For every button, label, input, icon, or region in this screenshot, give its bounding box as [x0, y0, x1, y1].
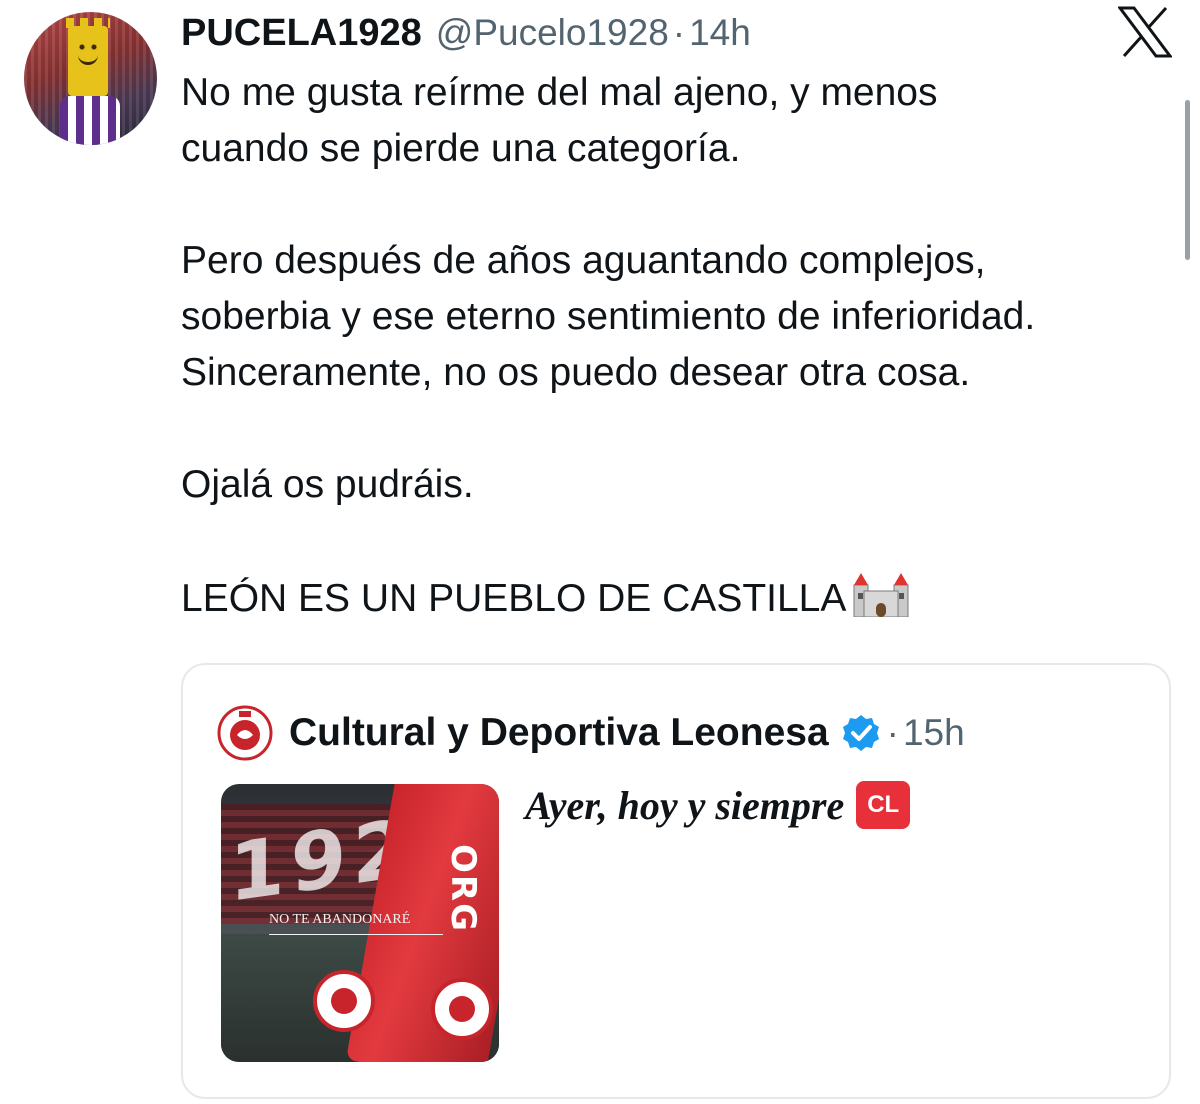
quoted-tweet-text: Ayer, hoy y siempre CL	[525, 781, 911, 829]
verified-badge-icon	[842, 715, 879, 751]
quoted-tweet-image[interactable]: 192 ORG NO TE ABANDONARÉ	[221, 784, 499, 1062]
tweet-timestamp[interactable]: 14h	[689, 12, 751, 54]
author-handle[interactable]: @Pucelo1928	[436, 12, 669, 54]
scarf-text: ORG	[443, 844, 483, 933]
cl-emoji: CL	[856, 781, 911, 829]
x-logo-icon[interactable]	[1118, 6, 1172, 58]
mascot-eyes	[79, 44, 97, 50]
club-crest-icon[interactable]	[217, 705, 273, 761]
tweet-text: No me gusta reírme del mal ajeno, y meno…	[181, 65, 1181, 627]
tweet-line: soberbia y ese eterno sentimiento de inf…	[181, 295, 1036, 338]
tweet-line: LEÓN ES UN PUEBLO DE CASTILLA	[181, 577, 847, 620]
tweet-line: Sinceramente, no os puedo desear otra co…	[181, 351, 971, 394]
tweet-line: Ojalá os pudráis.	[181, 463, 474, 506]
tweet-line: cuando se pierde una categoría.	[181, 127, 741, 170]
scarf-crest-icon	[313, 970, 375, 1032]
tweet-line: Pero después de años aguantando complejo…	[181, 239, 986, 282]
separator-dot: ·	[886, 712, 899, 753]
scrollbar[interactable]	[1185, 100, 1190, 260]
castle-emoji	[853, 573, 909, 617]
scarf-crest-icon	[431, 978, 493, 1040]
mascot-jersey	[60, 96, 120, 145]
banner-underline	[269, 934, 443, 935]
quoted-text: Ayer, hoy y siempre	[525, 782, 845, 828]
quoted-tweet-header: Cultural y Deportiva Leonesa · 15h	[217, 703, 965, 763]
banner-text: NO TE ABANDONARÉ	[269, 912, 411, 927]
tweet-line-with-emoji: LEÓN ES UN PUEBLO DE CASTILLA	[181, 569, 1181, 627]
quoted-author-name[interactable]: Cultural y Deportiva Leonesa	[289, 711, 829, 755]
separator-dot: ·	[672, 12, 686, 53]
tweet-line: No me gusta reírme del mal ajeno, y meno…	[181, 71, 938, 114]
author-name[interactable]: PUCELA1928	[181, 12, 422, 55]
quoted-tweet-timestamp[interactable]: 15h	[903, 712, 965, 754]
quoted-tweet-card[interactable]: Cultural y Deportiva Leonesa · 15h 192 O…	[181, 663, 1171, 1099]
avatar[interactable]	[24, 12, 157, 145]
tweet-header: PUCELA1928 @Pucelo1928 · 14h	[181, 8, 751, 58]
